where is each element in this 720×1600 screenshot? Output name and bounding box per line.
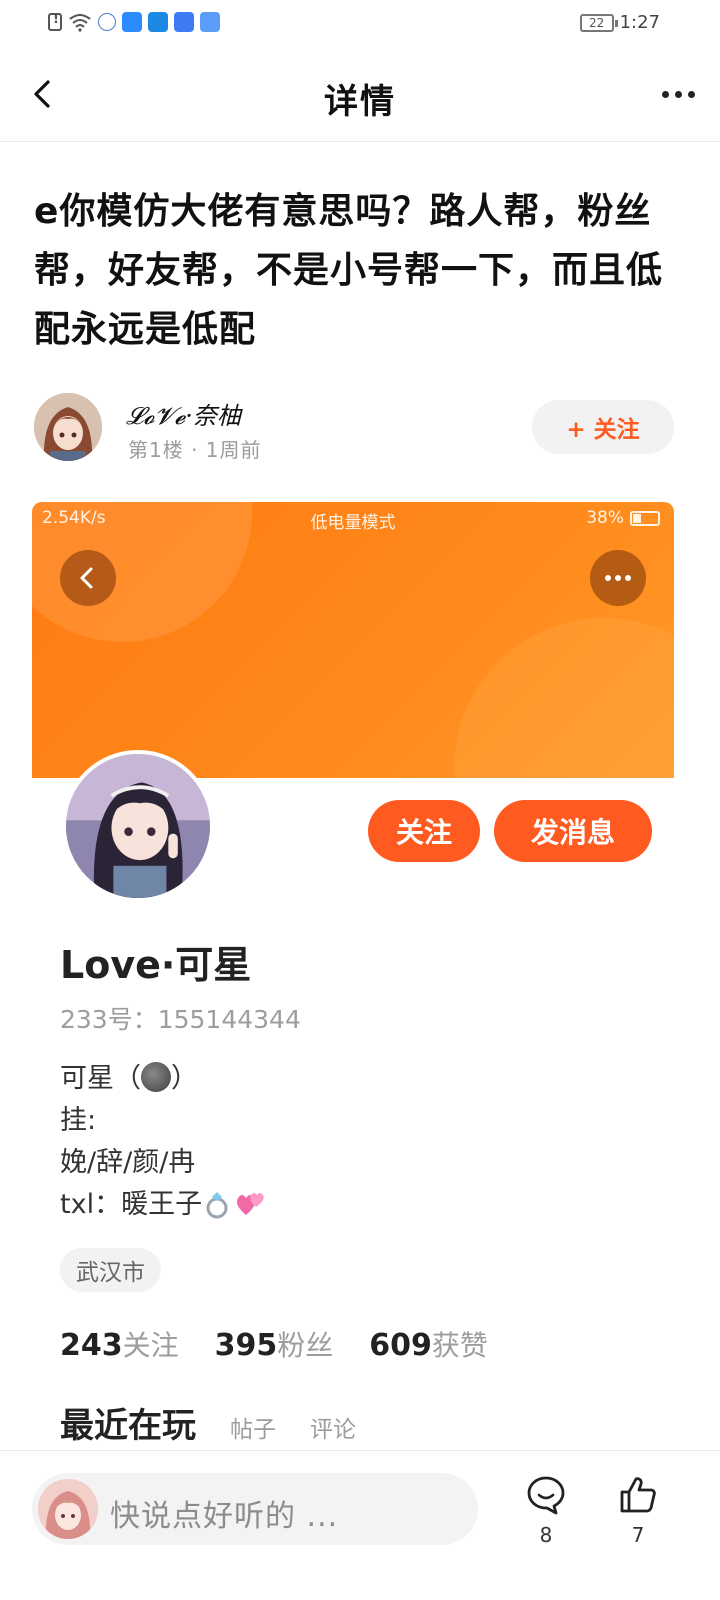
anime-avatar-image bbox=[38, 1479, 98, 1539]
page-title: 详情 bbox=[324, 82, 396, 122]
cloud-app-icon bbox=[200, 12, 220, 32]
stat-number: 395 bbox=[214, 1328, 278, 1363]
more-dot-icon bbox=[605, 575, 611, 581]
more-dot-icon bbox=[615, 575, 621, 581]
tab-posts: 帖子 bbox=[230, 1417, 276, 1443]
more-button[interactable] bbox=[654, 76, 702, 112]
power-mode: 低电量模式 bbox=[310, 513, 396, 533]
author-avatar[interactable] bbox=[34, 393, 102, 461]
post-title: e你模仿大佬有意思吗？路人帮，粉丝帮，好友帮，不是小号帮一下，而且低配永远是低配 bbox=[34, 191, 664, 350]
stat-likes: 609获赞 bbox=[369, 1324, 488, 1364]
embedded-more-button bbox=[590, 550, 646, 606]
embedded-battery: 38% bbox=[586, 508, 660, 528]
more-dot-icon bbox=[687, 90, 695, 98]
stat-label: 获赞 bbox=[431, 1329, 488, 1362]
author-name[interactable]: 𝓛𝓸𝓥𝓮·奈柚 bbox=[126, 396, 241, 431]
tab-comments: 评论 bbox=[310, 1417, 356, 1443]
profile-id: 233号：155144344 bbox=[60, 1005, 301, 1034]
follow-author-button[interactable]: + 关注 bbox=[532, 400, 674, 454]
comment-count: 8 bbox=[539, 1523, 553, 1547]
bio-text: txl：暖王子 bbox=[60, 1189, 203, 1220]
wifi-icon bbox=[69, 14, 91, 32]
like-button[interactable]: 7 bbox=[608, 1473, 668, 1547]
comment-placeholder: 快说点好听的 ... bbox=[110, 1499, 339, 1534]
alert-icon bbox=[48, 12, 62, 31]
status-bar: 22 1:27 bbox=[0, 0, 720, 46]
more-dot-icon bbox=[625, 575, 631, 581]
profile-tabs: 最近在玩 帖子 评论 bbox=[60, 1398, 356, 1447]
stat-number: 243 bbox=[60, 1328, 123, 1363]
thumbs-up-icon bbox=[620, 1477, 656, 1513]
embedded-screenshot[interactable]: 2.54K/s 低电量模式 38% 关注 发消息 Love·可星 233号：15… bbox=[32, 502, 674, 1450]
stat-fans: 395粉丝 bbox=[215, 1324, 334, 1364]
embedded-follow-button: 关注 bbox=[368, 800, 480, 862]
stat-label: 粉丝 bbox=[277, 1329, 334, 1362]
stat-following: 243关注 bbox=[60, 1324, 179, 1364]
chevron-left-icon bbox=[80, 567, 93, 589]
stat-label: 关注 bbox=[122, 1329, 179, 1362]
bio-line: txl：暖王子 bbox=[60, 1184, 268, 1226]
moon-emoji-icon bbox=[141, 1062, 171, 1092]
bio-text: 可星（ bbox=[60, 1063, 141, 1094]
like-count: 7 bbox=[631, 1523, 645, 1547]
ifly-icon bbox=[98, 13, 116, 31]
hearts-emoji-icon bbox=[237, 1193, 264, 1215]
music-app-icon bbox=[174, 12, 194, 32]
bio-line: 可星（ ） bbox=[60, 1058, 268, 1100]
my-avatar bbox=[38, 1479, 98, 1539]
bulb-app-icon bbox=[122, 12, 142, 32]
embedded-status-bar: 2.54K/s 低电量模式 38% bbox=[32, 508, 674, 534]
status-right: 22 1:27 bbox=[579, 12, 660, 33]
bio-text: ） bbox=[171, 1063, 198, 1094]
battery-icon bbox=[630, 510, 660, 526]
banner-glow bbox=[454, 618, 674, 778]
anime-avatar-image bbox=[34, 393, 102, 461]
comment-button[interactable]: 8 bbox=[516, 1473, 576, 1547]
battery-percent: 38% bbox=[586, 508, 624, 528]
author-meta: 第1楼 · 1周前 bbox=[128, 438, 262, 462]
profile-banner: 2.54K/s 低电量模式 38% bbox=[32, 502, 674, 778]
ring-emoji-icon bbox=[206, 1192, 228, 1219]
more-dot-icon bbox=[674, 90, 682, 98]
battery-icon: 22 bbox=[579, 13, 618, 32]
bio-line: 挂: bbox=[60, 1105, 97, 1136]
clock: 1:27 bbox=[619, 12, 660, 33]
bottom-bar: 快说点好听的 ... 8 7 bbox=[0, 1450, 720, 1600]
bio-line: 娩/辞/颜/冉 bbox=[60, 1147, 196, 1178]
stat-number: 609 bbox=[369, 1328, 432, 1363]
profile-bio: 可星（ ） 挂: 娩/辞/颜/冉 txl：暖王子 bbox=[60, 1058, 268, 1226]
profile-stats: 243关注 395粉丝 609获赞 bbox=[60, 1324, 488, 1364]
location-tag: 武汉市 bbox=[60, 1248, 161, 1292]
profile-name: Love·可星 bbox=[60, 943, 252, 987]
anime-girl-avatar-image bbox=[66, 754, 210, 898]
search-app-icon bbox=[148, 12, 168, 32]
profile-avatar bbox=[62, 750, 214, 902]
comment-bubble-icon bbox=[527, 1476, 565, 1515]
top-bar: 详情 bbox=[0, 46, 720, 142]
status-icons bbox=[48, 12, 220, 32]
more-dot-icon bbox=[661, 90, 669, 98]
embedded-back-button bbox=[60, 550, 116, 606]
tab-recently-playing: 最近在玩 bbox=[60, 1406, 196, 1446]
embedded-message-button: 发消息 bbox=[494, 800, 652, 862]
comment-input[interactable]: 快说点好听的 ... bbox=[32, 1473, 478, 1545]
